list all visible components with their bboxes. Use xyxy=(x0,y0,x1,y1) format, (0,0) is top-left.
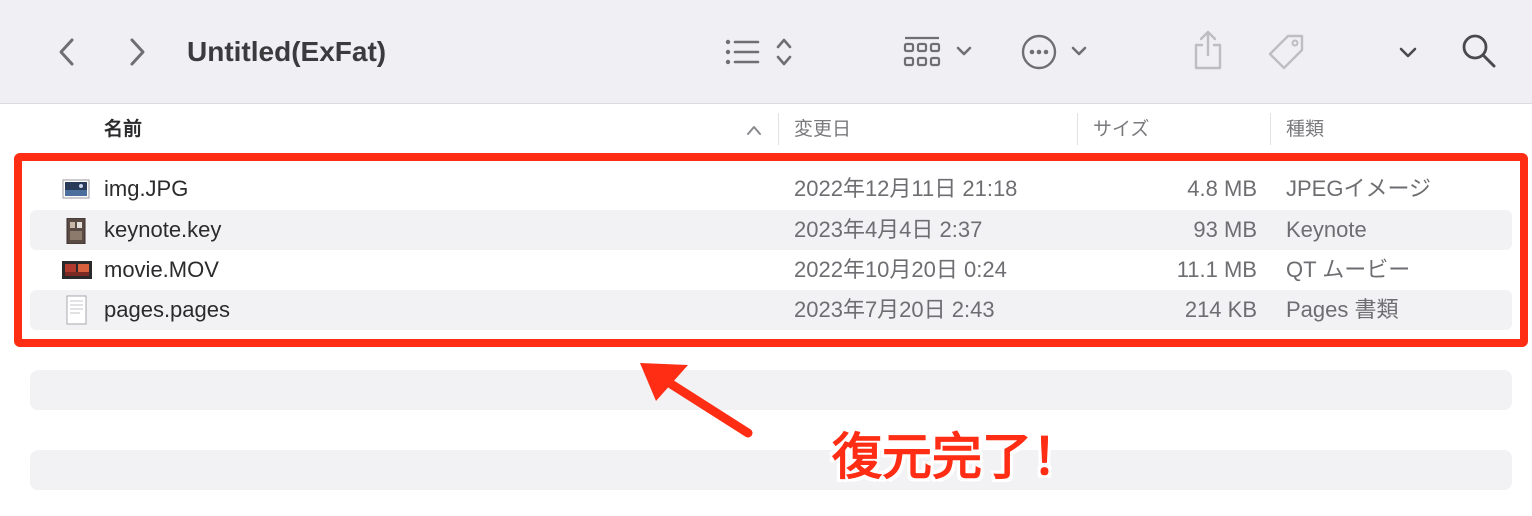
grid-group-icon[interactable] xyxy=(902,33,978,71)
ellipsis-circle-icon[interactable] xyxy=(1020,33,1092,71)
restore-complete-callout: 復元完了！ xyxy=(832,428,1082,486)
empty-row xyxy=(30,370,1512,410)
column-separator[interactable] xyxy=(1270,113,1271,145)
column-name[interactable]: 名前 xyxy=(104,115,142,143)
highlight-box xyxy=(14,153,1528,347)
column-header: 名前 変更日 サイズ 種類 xyxy=(0,105,1532,153)
chevron-right-icon[interactable] xyxy=(124,34,152,70)
column-size[interactable]: サイズ xyxy=(1093,115,1149,143)
sort-ascending-icon[interactable] xyxy=(744,123,764,137)
empty-row xyxy=(30,450,1512,490)
tag-icon[interactable] xyxy=(1266,32,1308,72)
column-separator[interactable] xyxy=(778,113,779,145)
column-date[interactable]: 変更日 xyxy=(794,115,851,143)
arrow-icon xyxy=(630,355,760,449)
window-title: Untitled(ExFat) xyxy=(187,36,387,67)
column-kind[interactable]: 種類 xyxy=(1286,115,1324,143)
column-separator[interactable] xyxy=(1077,113,1078,145)
chevron-left-icon[interactable] xyxy=(52,34,80,70)
chevron-down-icon[interactable] xyxy=(1396,40,1420,64)
toolbar: Untitled(ExFat) xyxy=(0,0,1532,104)
magnifier-icon[interactable] xyxy=(1460,32,1498,70)
list-view-icon[interactable] xyxy=(722,34,796,70)
share-icon[interactable] xyxy=(1190,28,1226,72)
